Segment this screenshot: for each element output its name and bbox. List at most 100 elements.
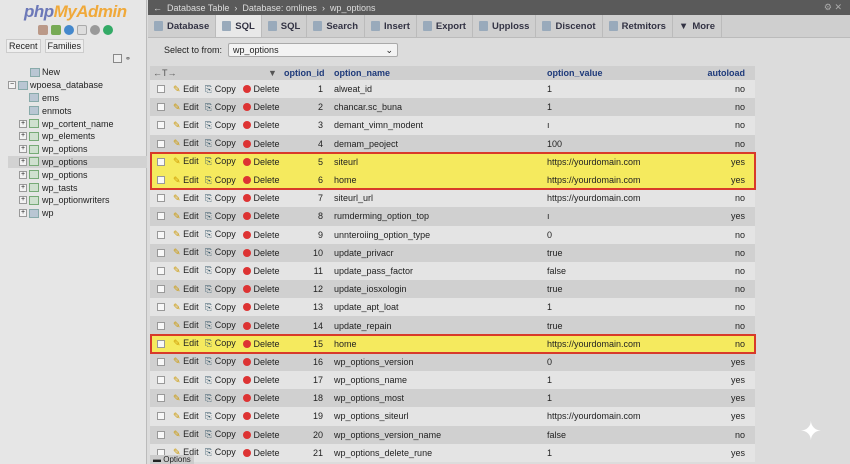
breadcrumb-table[interactable]: wp_options: [330, 3, 376, 13]
gear-icon[interactable]: [90, 25, 100, 35]
tab-sql-2[interactable]: SQL: [262, 15, 308, 37]
column-nav[interactable]: ←T→: [153, 68, 177, 78]
row-checkbox[interactable]: [157, 321, 165, 330]
expand-icon[interactable]: +: [19, 132, 27, 141]
delete-button[interactable]: Delete: [243, 266, 280, 276]
edit-button[interactable]: ✎ Edit: [173, 338, 199, 349]
delete-button[interactable]: Delete: [243, 193, 280, 203]
tab-export[interactable]: Export: [417, 15, 473, 37]
copy-button[interactable]: ⎘ Copy: [205, 284, 236, 295]
row-checkbox[interactable]: [157, 212, 165, 221]
copy-button[interactable]: ⎘ Copy: [205, 138, 236, 149]
edit-button[interactable]: ✎ Edit: [173, 375, 199, 386]
delete-button[interactable]: Delete: [243, 448, 280, 458]
edit-button[interactable]: ✎ Edit: [173, 320, 199, 331]
delete-button[interactable]: Delete: [243, 211, 280, 221]
row-checkbox[interactable]: [157, 357, 165, 366]
row-checkbox[interactable]: [157, 230, 165, 239]
tree-item[interactable]: + wp: [8, 207, 147, 220]
docs-icon[interactable]: [77, 25, 87, 35]
tree-item[interactable]: + wp_tasts: [8, 181, 147, 194]
row-checkbox[interactable]: [157, 139, 165, 148]
tree-item[interactable]: enmots: [8, 104, 147, 117]
row-checkbox[interactable]: [157, 248, 165, 257]
edit-button[interactable]: ✎ Edit: [173, 211, 199, 222]
edit-button[interactable]: ✎ Edit: [173, 356, 199, 367]
copy-button[interactable]: ⎘ Copy: [205, 338, 236, 349]
expand-icon[interactable]: +: [19, 183, 27, 192]
tab-search[interactable]: Search: [307, 15, 365, 37]
tree-item[interactable]: − wpoesa_database: [8, 79, 147, 92]
copy-button[interactable]: ⎘ Copy: [205, 447, 236, 458]
tab-discenot[interactable]: Discenot: [536, 15, 603, 37]
tab-database[interactable]: Database: [148, 15, 217, 37]
edit-button[interactable]: ✎ Edit: [173, 84, 199, 95]
copy-button[interactable]: ⎘ Copy: [205, 393, 236, 404]
tree-item[interactable]: + wp_optionwriters: [8, 194, 147, 207]
sort-dropdown-icon[interactable]: ▼: [268, 68, 277, 78]
copy-button[interactable]: ⎘ Copy: [205, 84, 236, 95]
row-checkbox[interactable]: [157, 376, 165, 385]
edit-button[interactable]: ✎ Edit: [173, 120, 199, 131]
delete-button[interactable]: Delete: [243, 357, 280, 367]
collapse-all-icon[interactable]: [113, 54, 122, 63]
copy-button[interactable]: ⎘ Copy: [205, 102, 236, 113]
row-checkbox[interactable]: [157, 85, 165, 94]
phpmyadmin-logo[interactable]: phpMyAdmin: [24, 2, 127, 22]
table-select[interactable]: wp_options ⌄: [228, 43, 399, 57]
collapse-icon[interactable]: −: [8, 81, 16, 90]
edit-button[interactable]: ✎ Edit: [173, 393, 199, 404]
tree-item[interactable]: + wp_options: [8, 155, 147, 169]
edit-button[interactable]: ✎ Edit: [173, 156, 199, 167]
row-checkbox[interactable]: [157, 266, 165, 275]
tab-more[interactable]: ▼ More: [673, 15, 723, 37]
delete-button[interactable]: Delete: [243, 284, 280, 294]
tree-item[interactable]: + wp_options: [8, 168, 147, 181]
delete-button[interactable]: Delete: [243, 230, 280, 240]
expand-icon[interactable]: +: [19, 209, 27, 218]
tab-upploss[interactable]: Upploss: [473, 15, 537, 37]
row-checkbox[interactable]: [157, 394, 165, 403]
delete-button[interactable]: Delete: [243, 375, 280, 385]
delete-button[interactable]: Delete: [243, 430, 280, 440]
edit-button[interactable]: ✎ Edit: [173, 284, 199, 295]
home-icon[interactable]: [38, 25, 48, 35]
copy-button[interactable]: ⎘ Copy: [205, 411, 236, 422]
expand-icon[interactable]: +: [19, 170, 27, 179]
delete-button[interactable]: Delete: [243, 84, 280, 94]
delete-button[interactable]: Delete: [243, 175, 280, 185]
expand-icon[interactable]: +: [19, 119, 27, 128]
copy-button[interactable]: ⎘ Copy: [205, 302, 236, 313]
copy-button[interactable]: ⎘ Copy: [205, 175, 236, 186]
delete-button[interactable]: Delete: [243, 302, 280, 312]
row-checkbox[interactable]: [157, 121, 165, 130]
row-checkbox[interactable]: [157, 339, 165, 348]
link-icon[interactable]: ⚭: [125, 55, 131, 63]
copy-button[interactable]: ⎘ Copy: [205, 229, 236, 240]
copy-button[interactable]: ⎘ Copy: [205, 356, 236, 367]
edit-button[interactable]: ✎ Edit: [173, 229, 199, 240]
row-checkbox[interactable]: [157, 303, 165, 312]
tree-item[interactable]: New: [8, 66, 147, 79]
settings-close-icons[interactable]: ⚙ ✕: [824, 2, 842, 13]
delete-button[interactable]: Delete: [243, 139, 280, 149]
row-checkbox[interactable]: [157, 157, 165, 166]
delete-button[interactable]: Delete: [243, 102, 280, 112]
copy-button[interactable]: ⎘ Copy: [205, 193, 236, 204]
breadcrumb-server[interactable]: Database Table: [167, 3, 229, 13]
header-option-name[interactable]: option_name: [334, 68, 390, 78]
header-option-value[interactable]: option_value: [547, 68, 603, 78]
favorites-tab[interactable]: Families: [44, 39, 85, 53]
expand-icon[interactable]: +: [19, 145, 27, 154]
tab-insert[interactable]: Insert: [365, 15, 417, 37]
row-checkbox[interactable]: [157, 412, 165, 421]
edit-button[interactable]: ✎ Edit: [173, 102, 199, 113]
tree-item[interactable]: + wp_options: [8, 143, 147, 156]
breadcrumb-database[interactable]: Database: omlines: [242, 3, 317, 13]
reload-icon[interactable]: [103, 25, 113, 35]
edit-button[interactable]: ✎ Edit: [173, 193, 199, 204]
edit-button[interactable]: ✎ Edit: [173, 247, 199, 258]
delete-button[interactable]: Delete: [243, 248, 280, 258]
copy-button[interactable]: ⎘ Copy: [205, 247, 236, 258]
row-checkbox[interactable]: [157, 285, 165, 294]
